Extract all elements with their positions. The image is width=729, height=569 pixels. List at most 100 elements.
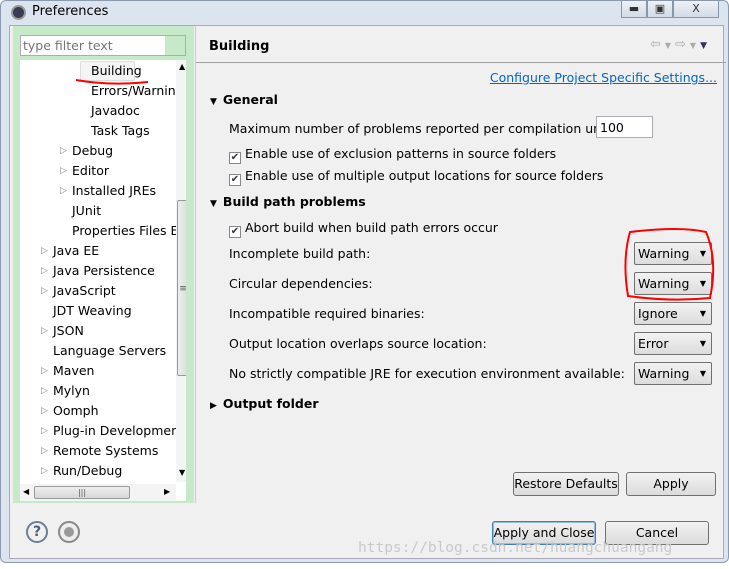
expand-arrow-icon[interactable]: ▷ (41, 401, 48, 421)
expanded-icon: ▼ (210, 199, 217, 209)
expand-arrow-icon[interactable]: ▷ (41, 261, 48, 281)
tree-item[interactable]: ▷ Editor (60, 161, 109, 181)
expand-arrow-icon[interactable]: ▷ (60, 141, 67, 161)
tree-item[interactable]: ▷ Run/Debug (41, 461, 122, 481)
tree-item-label: Javadoc (91, 103, 140, 118)
scroll-down-icon[interactable]: ▼ (179, 468, 185, 477)
severity-dropdown[interactable]: Ignore ▼ (634, 302, 712, 325)
forward-menu-icon[interactable]: ▼ (690, 41, 700, 50)
expand-arrow-icon[interactable]: ▷ (41, 381, 48, 401)
tree-item[interactable]: ▷ Mylyn (41, 381, 90, 401)
expand-arrow-icon[interactable]: ▷ (41, 281, 48, 301)
tree-item[interactable]: ▷ Oomph (41, 401, 99, 421)
expanded-icon: ▼ (210, 97, 217, 107)
tree-item[interactable]: Javadoc (91, 101, 140, 121)
tree-item[interactable]: JUnit (72, 201, 101, 221)
tree-item-label: Properties Files Editor (72, 223, 186, 238)
checkbox-checked-icon[interactable]: ✔ (229, 174, 241, 186)
eclipse-app-icon (11, 5, 26, 20)
expand-arrow-icon[interactable]: ▷ (41, 441, 48, 461)
dialog-client: Building Errors/Warnings Javadoc Task Tags ▷… (9, 25, 726, 559)
tree-item[interactable]: Errors/Warnings (91, 81, 186, 101)
dropdown-value: Warning (638, 366, 690, 381)
expand-arrow-icon[interactable]: ▷ (41, 321, 48, 341)
expand-arrow-icon[interactable]: ▷ (60, 181, 67, 201)
section-title: Build path problems (222, 194, 366, 209)
severity-dropdown[interactable]: Error ▼ (634, 332, 712, 355)
severity-label: No strictly compatible JRE for execution… (229, 366, 625, 381)
tree-item-label: Plug-in Development (53, 423, 184, 438)
back-icon[interactable]: ⇦ (650, 37, 665, 52)
multiple-output-checkbox[interactable]: ✔ Enable use of multiple output locations… (229, 168, 603, 186)
filter-input[interactable] (20, 35, 186, 56)
severity-dropdown[interactable]: Warning ▼ (634, 362, 712, 385)
view-menu-icon[interactable]: ▼ (700, 41, 711, 51)
tree-item[interactable]: Task Tags (91, 121, 150, 141)
abort-build-checkbox[interactable]: ✔ Abort build when build path errors occu… (229, 220, 498, 238)
section-output-folder[interactable]: ▶ Output folder (210, 396, 319, 411)
tree-item[interactable]: ▷ Maven (41, 361, 94, 381)
max-problems-input[interactable] (596, 116, 653, 138)
expand-arrow-icon[interactable]: ▷ (60, 161, 67, 181)
scroll-left-icon[interactable]: ◀ (23, 487, 29, 496)
tree-item[interactable]: ▷ Installed JREs (60, 181, 156, 201)
expand-arrow-icon[interactable]: ▷ (41, 241, 48, 261)
tree-item[interactable]: ▷ Java Persistence (41, 261, 155, 281)
tree-item-label: Errors/Warnings (91, 83, 186, 98)
horizontal-scrollbar[interactable]: ◀ ||| ▶ (20, 484, 176, 501)
forward-icon[interactable]: ⇨ (675, 37, 690, 52)
severity-label: Circular dependencies: (229, 276, 373, 291)
title-bar: Preferences ▬ ▣ X (1, 0, 728, 23)
vertical-scrollbar[interactable]: ▲ ≡ ▼ (176, 60, 186, 482)
severity-label: Incomplete build path: (229, 246, 371, 261)
configure-project-settings-link[interactable]: Configure Project Specific Settings... (490, 70, 717, 85)
restore-defaults-button[interactable]: Restore Defaults (513, 472, 619, 496)
dropdown-value: Warning (638, 276, 690, 291)
clear-filter-button[interactable] (165, 36, 185, 55)
collapsed-icon: ▶ (210, 401, 217, 411)
tree-item-label: Building (91, 63, 142, 78)
tree-item[interactable]: ▷ JSON (41, 321, 84, 341)
checkbox-label: Abort build when build path errors occur (245, 220, 498, 235)
expand-arrow-icon[interactable]: ▷ (41, 461, 48, 481)
chevron-down-icon: ▼ (699, 309, 706, 318)
tree-item[interactable]: ▷ Java EE (41, 241, 100, 261)
tree-item[interactable]: Language Servers (53, 341, 166, 361)
help-icon[interactable]: ? (26, 521, 48, 543)
record-macro-icon[interactable] (58, 521, 80, 543)
tree-item[interactable]: Building (91, 61, 142, 81)
horizontal-scroll-thumb[interactable]: ||| (34, 486, 130, 499)
chevron-down-icon: ▼ (699, 339, 706, 348)
tree-item[interactable]: Properties Files Editor (72, 221, 186, 241)
tree-item[interactable]: ▷ Debug (60, 141, 114, 161)
minimize-button[interactable]: ▬ (621, 0, 647, 18)
tree-item[interactable]: JDT Weaving (53, 301, 132, 321)
scroll-right-icon[interactable]: ▶ (164, 487, 170, 496)
preference-tree-panel: Building Errors/Warnings Javadoc Task Tags ▷… (13, 26, 194, 503)
checkbox-checked-icon[interactable]: ✔ (229, 226, 241, 238)
tree-item[interactable]: ▷ Plug-in Development (41, 421, 184, 441)
tree-item-label: JDT Weaving (53, 303, 132, 318)
severity-dropdown[interactable]: Warning ▼ (634, 272, 712, 295)
expand-arrow-icon[interactable]: ▷ (41, 361, 48, 381)
vertical-scroll-thumb[interactable]: ≡ (177, 200, 186, 376)
tree-item-label: Java EE (53, 243, 100, 258)
page-navigation: ⇦▼⇨▼▼ (650, 37, 711, 52)
tree-item-label: Debug (72, 143, 114, 158)
tree-item[interactable]: ▷ Remote Systems (41, 441, 158, 461)
severity-dropdown[interactable]: Warning ▼ (634, 242, 712, 265)
scroll-up-icon[interactable]: ▲ (179, 62, 185, 71)
watermark: https://blog.csdn.net/huangchuangang (358, 540, 673, 556)
section-general[interactable]: ▼ General (210, 92, 278, 107)
checkbox-checked-icon[interactable]: ✔ (229, 152, 241, 164)
expand-arrow-icon[interactable]: ▷ (41, 421, 48, 441)
apply-button[interactable]: Apply (626, 472, 716, 496)
tree-item-label: JavaScript (53, 283, 116, 298)
chevron-down-icon: ▼ (699, 249, 706, 258)
maximize-button[interactable]: ▣ (647, 0, 673, 18)
tree-item[interactable]: ▷ JavaScript (41, 281, 116, 301)
back-menu-icon[interactable]: ▼ (665, 41, 675, 50)
exclusion-patterns-checkbox[interactable]: ✔ Enable use of exclusion patterns in sou… (229, 146, 556, 164)
close-button[interactable]: X (673, 0, 719, 18)
section-build-path-problems[interactable]: ▼ Build path problems (210, 194, 366, 209)
